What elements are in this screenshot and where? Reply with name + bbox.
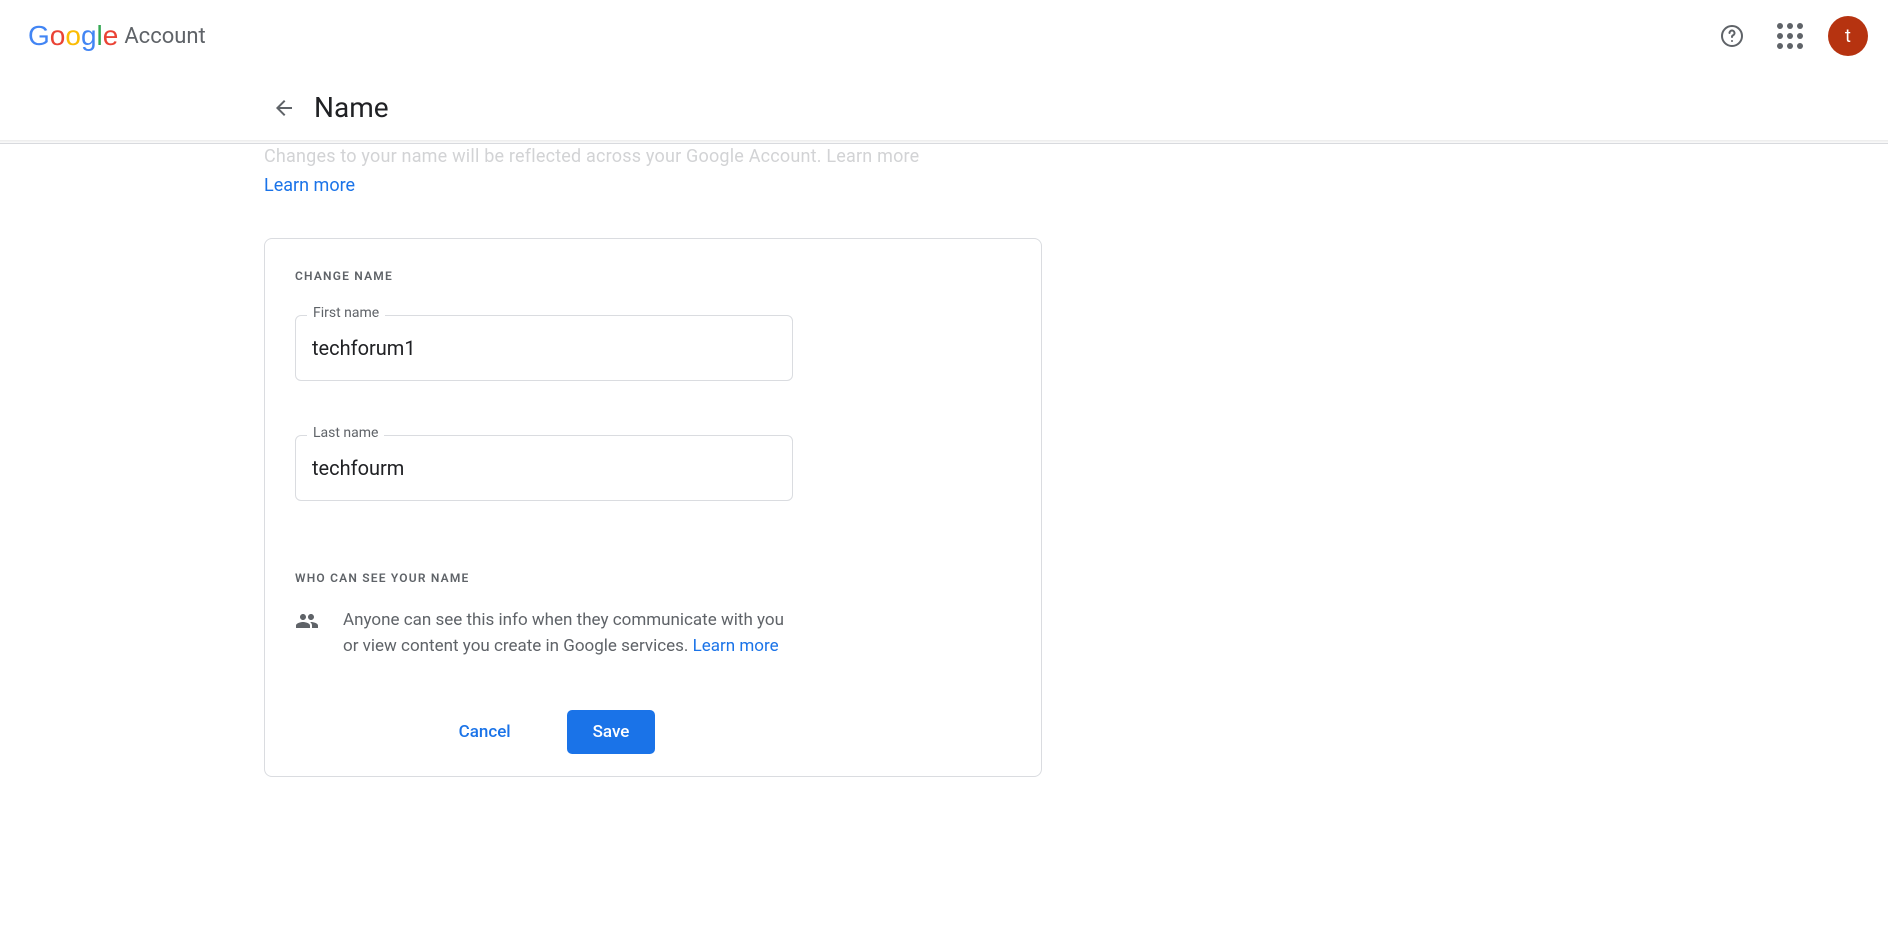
google-logo: Google [28, 20, 118, 52]
back-button[interactable] [264, 88, 304, 128]
first-name-input[interactable] [295, 315, 793, 381]
save-button[interactable]: Save [567, 710, 656, 754]
page-title: Name [314, 91, 389, 124]
cancel-button[interactable]: Cancel [433, 710, 537, 754]
action-row: Cancel Save [295, 710, 793, 754]
top-bar-actions: t [1712, 16, 1868, 56]
avatar[interactable]: t [1828, 16, 1868, 56]
last-name-field-wrap: Last name [295, 435, 793, 501]
last-name-input[interactable] [295, 435, 793, 501]
learn-more-link[interactable]: Learn more [264, 175, 355, 196]
content-area: Changes to your name will be reflected a… [0, 144, 1888, 777]
privacy-learn-more-link[interactable]: Learn more [693, 636, 779, 656]
privacy-label: WHO CAN SEE YOUR NAME [295, 571, 1011, 585]
name-card: CHANGE NAME First name Last name WHO CAN… [264, 238, 1042, 777]
help-icon[interactable] [1712, 16, 1752, 56]
people-icon [295, 609, 319, 660]
privacy-text: Anyone can see this info when they commu… [343, 607, 803, 660]
last-name-label: Last name [307, 425, 384, 441]
brand: Google Account [28, 20, 206, 52]
first-name-field-wrap: First name [295, 315, 793, 381]
change-name-label: CHANGE NAME [295, 269, 1011, 283]
first-name-label: First name [307, 305, 385, 321]
product-name: Account [124, 24, 205, 49]
top-bar: Google Account t [0, 0, 1888, 72]
intro-text-faded: Changes to your name will be reflected a… [264, 146, 1044, 167]
sub-header: Name [0, 72, 1888, 144]
apps-grid-icon[interactable] [1770, 16, 1810, 56]
privacy-section: WHO CAN SEE YOUR NAME Anyone can see thi… [295, 571, 1011, 660]
